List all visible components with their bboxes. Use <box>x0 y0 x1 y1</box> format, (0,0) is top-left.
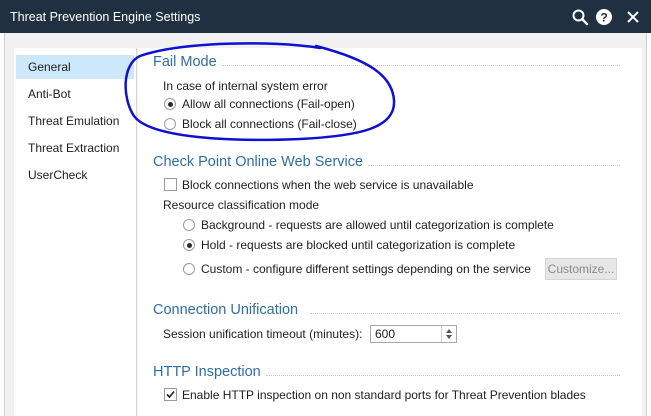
sidebar-item-threat-emulation[interactable]: Threat Emulation <box>16 109 134 133</box>
http-inspection-checkbox[interactable] <box>164 388 177 401</box>
timeout-stepper[interactable] <box>370 325 457 343</box>
help-icon[interactable]: ? <box>595 8 613 26</box>
section-divider <box>368 165 620 166</box>
sidebar: General Anti-Bot Threat Emulation Threat… <box>14 48 137 416</box>
section-divider <box>310 313 620 314</box>
custom-mode-radio[interactable] <box>183 263 195 275</box>
search-icon[interactable] <box>571 8 589 26</box>
sidebar-item-general[interactable]: General <box>16 55 134 79</box>
hold-mode-label[interactable]: Hold - requests are blocked until catego… <box>201 238 515 252</box>
web-service-title: Check Point Online Web Service <box>153 154 364 170</box>
title-bar: Threat Prevention Engine Settings ? <box>0 0 651 33</box>
hold-mode-radio[interactable] <box>183 239 195 251</box>
timeout-label: Session unification timeout (minutes): <box>163 327 363 341</box>
close-icon[interactable] <box>624 8 642 26</box>
background-mode-radio[interactable] <box>183 219 195 231</box>
sidebar-item-anti-bot[interactable]: Anti-Bot <box>16 82 134 106</box>
http-inspection-label[interactable]: Enable HTTP inspection on non standard p… <box>182 388 586 402</box>
http-inspection-title: HTTP Inspection <box>153 364 261 380</box>
connection-unification-title: Connection Unification <box>153 302 299 318</box>
stepper-arrows <box>441 326 456 342</box>
section-divider <box>266 375 620 376</box>
timeout-input[interactable] <box>371 326 441 342</box>
sidebar-item-threat-extraction[interactable]: Threat Extraction <box>16 136 134 160</box>
checkmark-icon <box>166 390 175 399</box>
block-connections-label[interactable]: Block connections when the web service i… <box>182 178 474 192</box>
decrement-arrow-icon[interactable] <box>446 335 452 339</box>
annotation-circle <box>124 42 396 142</box>
customize-button[interactable]: Customize... <box>545 258 617 280</box>
svg-text:?: ? <box>600 11 607 25</box>
block-connections-checkbox[interactable] <box>164 178 177 191</box>
classification-mode-label: Resource classification mode <box>163 198 320 212</box>
increment-arrow-icon[interactable] <box>446 329 452 333</box>
background-mode-label[interactable]: Background - requests are allowed until … <box>201 218 554 232</box>
sidebar-item-usercheck[interactable]: UserCheck <box>16 163 134 187</box>
custom-mode-label[interactable]: Custom - configure different settings de… <box>201 262 531 276</box>
window-title: Threat Prevention Engine Settings <box>10 10 201 24</box>
